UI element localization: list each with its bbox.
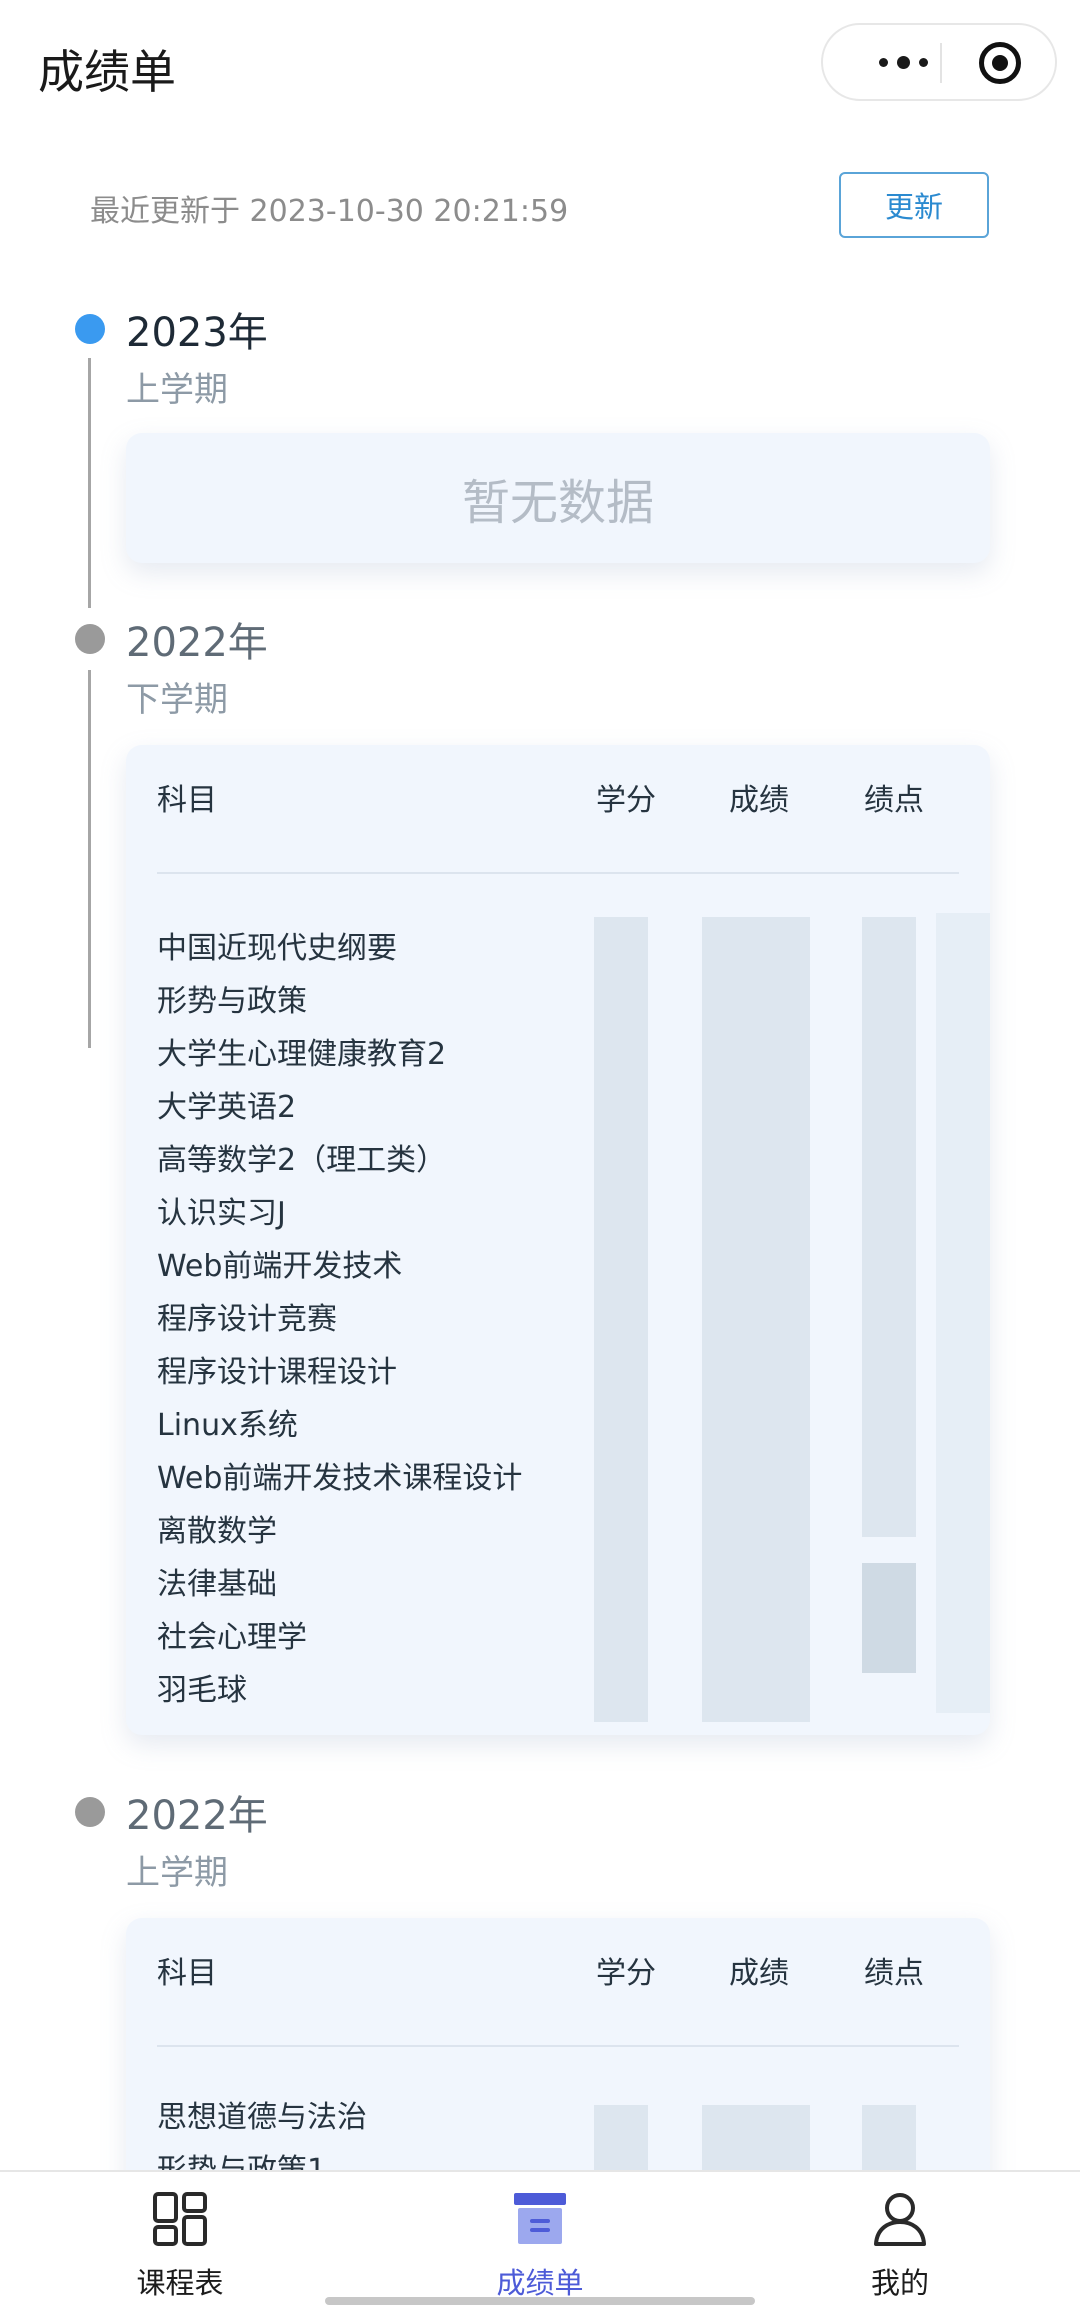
header-gpa: 绩点 [864,783,924,818]
grades-table-card: 科目 学分 成绩 绩点 中国近现代史纲要 形势与政策大学生心理健康教育2 大学英语2… [126,745,990,1735]
mini-program-capsule [821,23,1057,101]
tab-label: 我的 [870,2266,929,2300]
header-credit: 学分 [596,783,656,818]
empty-data-card: 暂无数据 [126,433,990,563]
timeline-dot [75,624,105,654]
tab-label: 成绩单 [496,2266,584,2300]
course-name: 形势与政策 [157,984,307,1019]
timeline-dot-active [75,314,105,344]
course-name: 法律基础 [157,1567,277,1602]
report-card-icon [514,2193,566,2244]
grid-icon [153,2192,207,2246]
more-dots-icon[interactable] [853,25,953,99]
credit-column-blurred [594,917,648,1722]
course-name: 社会心理学 [157,1620,307,1655]
last-updated-text: 最近更新于 2023-10-30 20:21:59 [90,194,569,229]
tab-label: 课程表 [136,2266,224,2300]
target-icon[interactable] [979,42,1021,84]
course-name: 离散数学 [157,1514,277,1549]
empty-data-text: 暂无数据 [461,475,654,531]
course-name: 高等数学2（理工类） [157,1143,447,1178]
timeline-dot [75,1797,105,1827]
course-name: 大学英语2 [157,1090,297,1125]
course-name: Web前端开发技术 [157,1249,403,1284]
extra-column-blurred [936,913,990,1713]
term-year: 2022年 [126,1793,268,1839]
course-name: 程序设计竞赛 [157,1302,337,1337]
gpa-column-blurred [862,917,916,1537]
tab-transcript[interactable]: 成绩单 [440,2172,640,2308]
course-name: 大学生心理健康教育2 [157,1037,447,1072]
term-name: 上学期 [126,1853,228,1893]
timeline-line [88,670,91,1048]
header-gpa: 绩点 [864,1956,924,1991]
term-name: 上学期 [126,370,228,410]
header-score: 成绩 [729,1956,789,1991]
home-indicator [325,2297,755,2305]
capsule-divider [940,43,942,83]
header-subject: 科目 [157,783,217,818]
course-name: 中国近现代史纲要 [157,931,397,966]
header-credit: 学分 [596,1956,656,1991]
page-title: 成绩单 [38,45,176,99]
header-subject: 科目 [157,1956,217,1991]
update-button[interactable]: 更新 [839,172,989,238]
course-name: 羽毛球 [157,1673,247,1708]
header-score: 成绩 [729,783,789,818]
bottom-tab-bar: 课程表 成绩单 我的 [0,2170,1080,2308]
header-divider [157,2045,959,2047]
gpa-column-blurred [862,1563,916,1673]
course-name: Linux系统 [157,1408,298,1443]
user-icon [874,2193,926,2246]
term-name: 下学期 [126,680,228,720]
course-name: 程序设计课程设计 [157,1355,397,1390]
tab-profile[interactable]: 我的 [800,2172,1000,2308]
transcript-page: 成绩单 最近更新于 2023-10-30 20:21:59 更新 2023年 上… [0,0,1080,2308]
term-year: 2022年 [126,620,268,666]
header-divider [157,872,959,874]
score-column-blurred [702,917,810,1722]
course-name: 思想道德与法治 [157,2100,367,2135]
course-name: 认识实习J [157,1196,286,1231]
timeline-line [88,358,91,608]
course-name: Web前端开发技术课程设计 [157,1461,523,1496]
nav-bar: 成绩单 [0,0,1080,125]
term-year: 2023年 [126,310,268,356]
tab-schedule[interactable]: 课程表 [80,2172,280,2308]
